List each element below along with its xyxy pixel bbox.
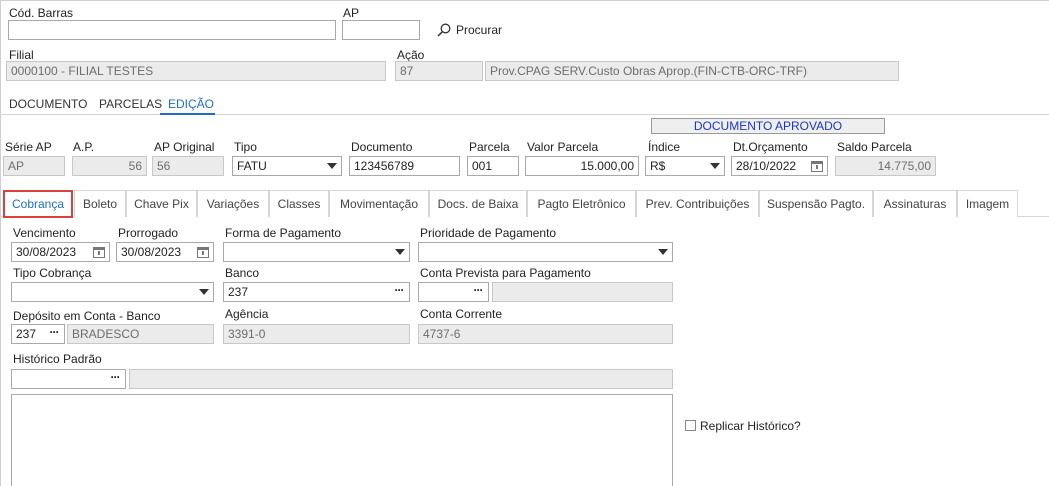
- deposito-banco-input[interactable]: 237 ···: [11, 324, 65, 344]
- lookup-ellipsis-icon[interactable]: ···: [44, 325, 64, 343]
- vencimento-value: 30/08/2023: [16, 245, 77, 259]
- tab-assinaturas[interactable]: Assinaturas: [873, 190, 957, 217]
- ap-original-field: 56: [152, 156, 224, 176]
- left-border: [0, 0, 1, 486]
- vencimento-label: Vencimento: [13, 226, 76, 240]
- lookup-ellipsis-icon[interactable]: ···: [389, 283, 409, 301]
- conta-corrente-field: 4737-6: [418, 324, 673, 344]
- acao-code-field: 87: [395, 61, 483, 81]
- tab-movimentacao[interactable]: Movimentação: [329, 190, 429, 217]
- vencimento-input[interactable]: 30/08/2023: [11, 242, 110, 262]
- valor-parcela-input[interactable]: 15.000,00: [525, 156, 639, 176]
- search-label: Procurar: [456, 23, 503, 37]
- parcela-input[interactable]: 001: [467, 156, 519, 176]
- conta-corrente-label: Conta Corrente: [420, 307, 503, 321]
- tab-cobranca[interactable]: Cobrança: [3, 190, 73, 218]
- serie-ap-label: Série AP: [5, 140, 52, 154]
- indice-label: Índice: [648, 140, 681, 154]
- tab-chave-pix[interactable]: Chave Pix: [126, 190, 197, 217]
- tipo-select[interactable]: FATU: [232, 156, 342, 176]
- conta-prevista-description: [492, 282, 673, 302]
- chevron-down-icon: [327, 163, 337, 169]
- status-badge: DOCUMENTO APROVADO: [651, 118, 885, 134]
- agencia-label: Agência: [225, 307, 269, 321]
- tab-suspensao-pagto[interactable]: Suspensão Pagto.: [759, 190, 873, 217]
- acao-label: Ação: [397, 48, 425, 62]
- tipo-cobranca-label: Tipo Cobrança: [13, 266, 92, 280]
- ap-input[interactable]: [342, 20, 420, 40]
- historico-padrao-input[interactable]: ···: [11, 369, 126, 389]
- dt-orcamento-label: Dt.Orçamento: [733, 140, 808, 154]
- tab-classes[interactable]: Classes: [269, 190, 329, 217]
- calendar-icon[interactable]: [197, 247, 209, 258]
- deposito-banco-value: 237: [16, 327, 37, 341]
- calendar-icon[interactable]: [93, 247, 105, 258]
- conta-prevista-label: Conta Prevista para Pagamento: [420, 266, 591, 280]
- search-icon: [437, 23, 451, 37]
- deposito-conta-label: Depósito em Conta - Banco: [13, 309, 161, 323]
- banco-label: Banco: [225, 266, 260, 280]
- prorrogado-label: Prorrogado: [118, 226, 179, 240]
- tab-pagto-eletronico[interactable]: Pagto Eletrônico: [527, 190, 636, 217]
- acao-description-field: Prov.CPAG SERV.Custo Obras Aprop.(FIN-CT…: [485, 61, 899, 81]
- chevron-down-icon: [710, 163, 720, 169]
- filial-label: Filial: [9, 48, 34, 62]
- prioridade-pagamento-label: Prioridade de Pagamento: [420, 226, 557, 240]
- banco-input[interactable]: 237 ···: [223, 282, 410, 302]
- historico-padrao-label: Histórico Padrão: [13, 352, 102, 366]
- dt-orcamento-value: 28/10/2022: [736, 159, 797, 173]
- tab-variacoes[interactable]: Variações: [197, 190, 269, 217]
- ap-label: AP: [343, 6, 360, 20]
- tipo-cobranca-select[interactable]: [11, 282, 214, 302]
- tab-edicao[interactable]: EDIÇÃO: [168, 97, 214, 111]
- calendar-icon[interactable]: [811, 161, 823, 172]
- prioridade-pagamento-select[interactable]: [418, 242, 673, 262]
- valor-parcela-label: Valor Parcela: [527, 140, 599, 154]
- ap-original-label: AP Original: [154, 140, 215, 154]
- saldo-parcela-label: Saldo Parcela: [837, 140, 912, 154]
- documento-label: Documento: [351, 140, 413, 154]
- tab-boleto[interactable]: Boleto: [74, 190, 126, 217]
- conta-prevista-input[interactable]: ···: [418, 282, 489, 302]
- indice-select[interactable]: R$: [645, 156, 725, 176]
- deposito-banco-name: BRADESCO: [67, 324, 214, 344]
- tipo-label: Tipo: [234, 140, 257, 154]
- tab-prev-contribuicoes[interactable]: Prev. Contribuições: [636, 190, 759, 217]
- filial-field: 0000100 - FILIAL TESTES: [6, 61, 386, 81]
- top-border: [0, 0, 1049, 1]
- serie-ap-field: AP: [3, 156, 65, 176]
- historico-textarea[interactable]: [11, 394, 673, 486]
- saldo-parcela-field: 14.775,00: [835, 156, 936, 176]
- documento-input[interactable]: 123456789: [349, 156, 460, 176]
- dt-orcamento-input[interactable]: 28/10/2022: [731, 156, 828, 176]
- indice-value: R$: [650, 159, 666, 173]
- lookup-ellipsis-icon[interactable]: ···: [105, 370, 125, 388]
- cod-barras-label: Cód. Barras: [9, 6, 74, 20]
- tab-edicao-underline: [160, 113, 215, 115]
- cod-barras-input[interactable]: [8, 20, 336, 40]
- lookup-ellipsis-icon[interactable]: ···: [468, 283, 488, 301]
- ap-number-label: A.P.: [73, 140, 95, 154]
- chevron-down-icon: [395, 249, 405, 255]
- agencia-field: 3391-0: [223, 324, 410, 344]
- forma-pagamento-label: Forma de Pagamento: [225, 226, 342, 240]
- tab-docs-de-baixa[interactable]: Docs. de Baixa: [429, 190, 527, 217]
- chevron-down-icon: [199, 289, 209, 295]
- forma-pagamento-select[interactable]: [223, 242, 410, 262]
- ap-number-field: 56: [72, 156, 147, 176]
- tab-documento[interactable]: DOCUMENTO: [9, 97, 87, 111]
- banco-value: 237: [228, 285, 249, 299]
- tab-imagem[interactable]: Imagem: [957, 190, 1018, 217]
- top-tabs-divider: [0, 114, 1049, 115]
- checkbox-icon[interactable]: [685, 420, 696, 431]
- parcela-label: Parcela: [469, 140, 510, 154]
- historico-padrao-description: [129, 369, 673, 389]
- tipo-value: FATU: [237, 159, 267, 173]
- replicar-historico-label: Replicar Histórico?: [700, 419, 801, 433]
- tab-parcelas[interactable]: PARCELAS: [99, 97, 162, 111]
- chevron-down-icon: [658, 249, 668, 255]
- prorrogado-input[interactable]: 30/08/2023: [116, 242, 214, 262]
- prorrogado-value: 30/08/2023: [121, 245, 182, 259]
